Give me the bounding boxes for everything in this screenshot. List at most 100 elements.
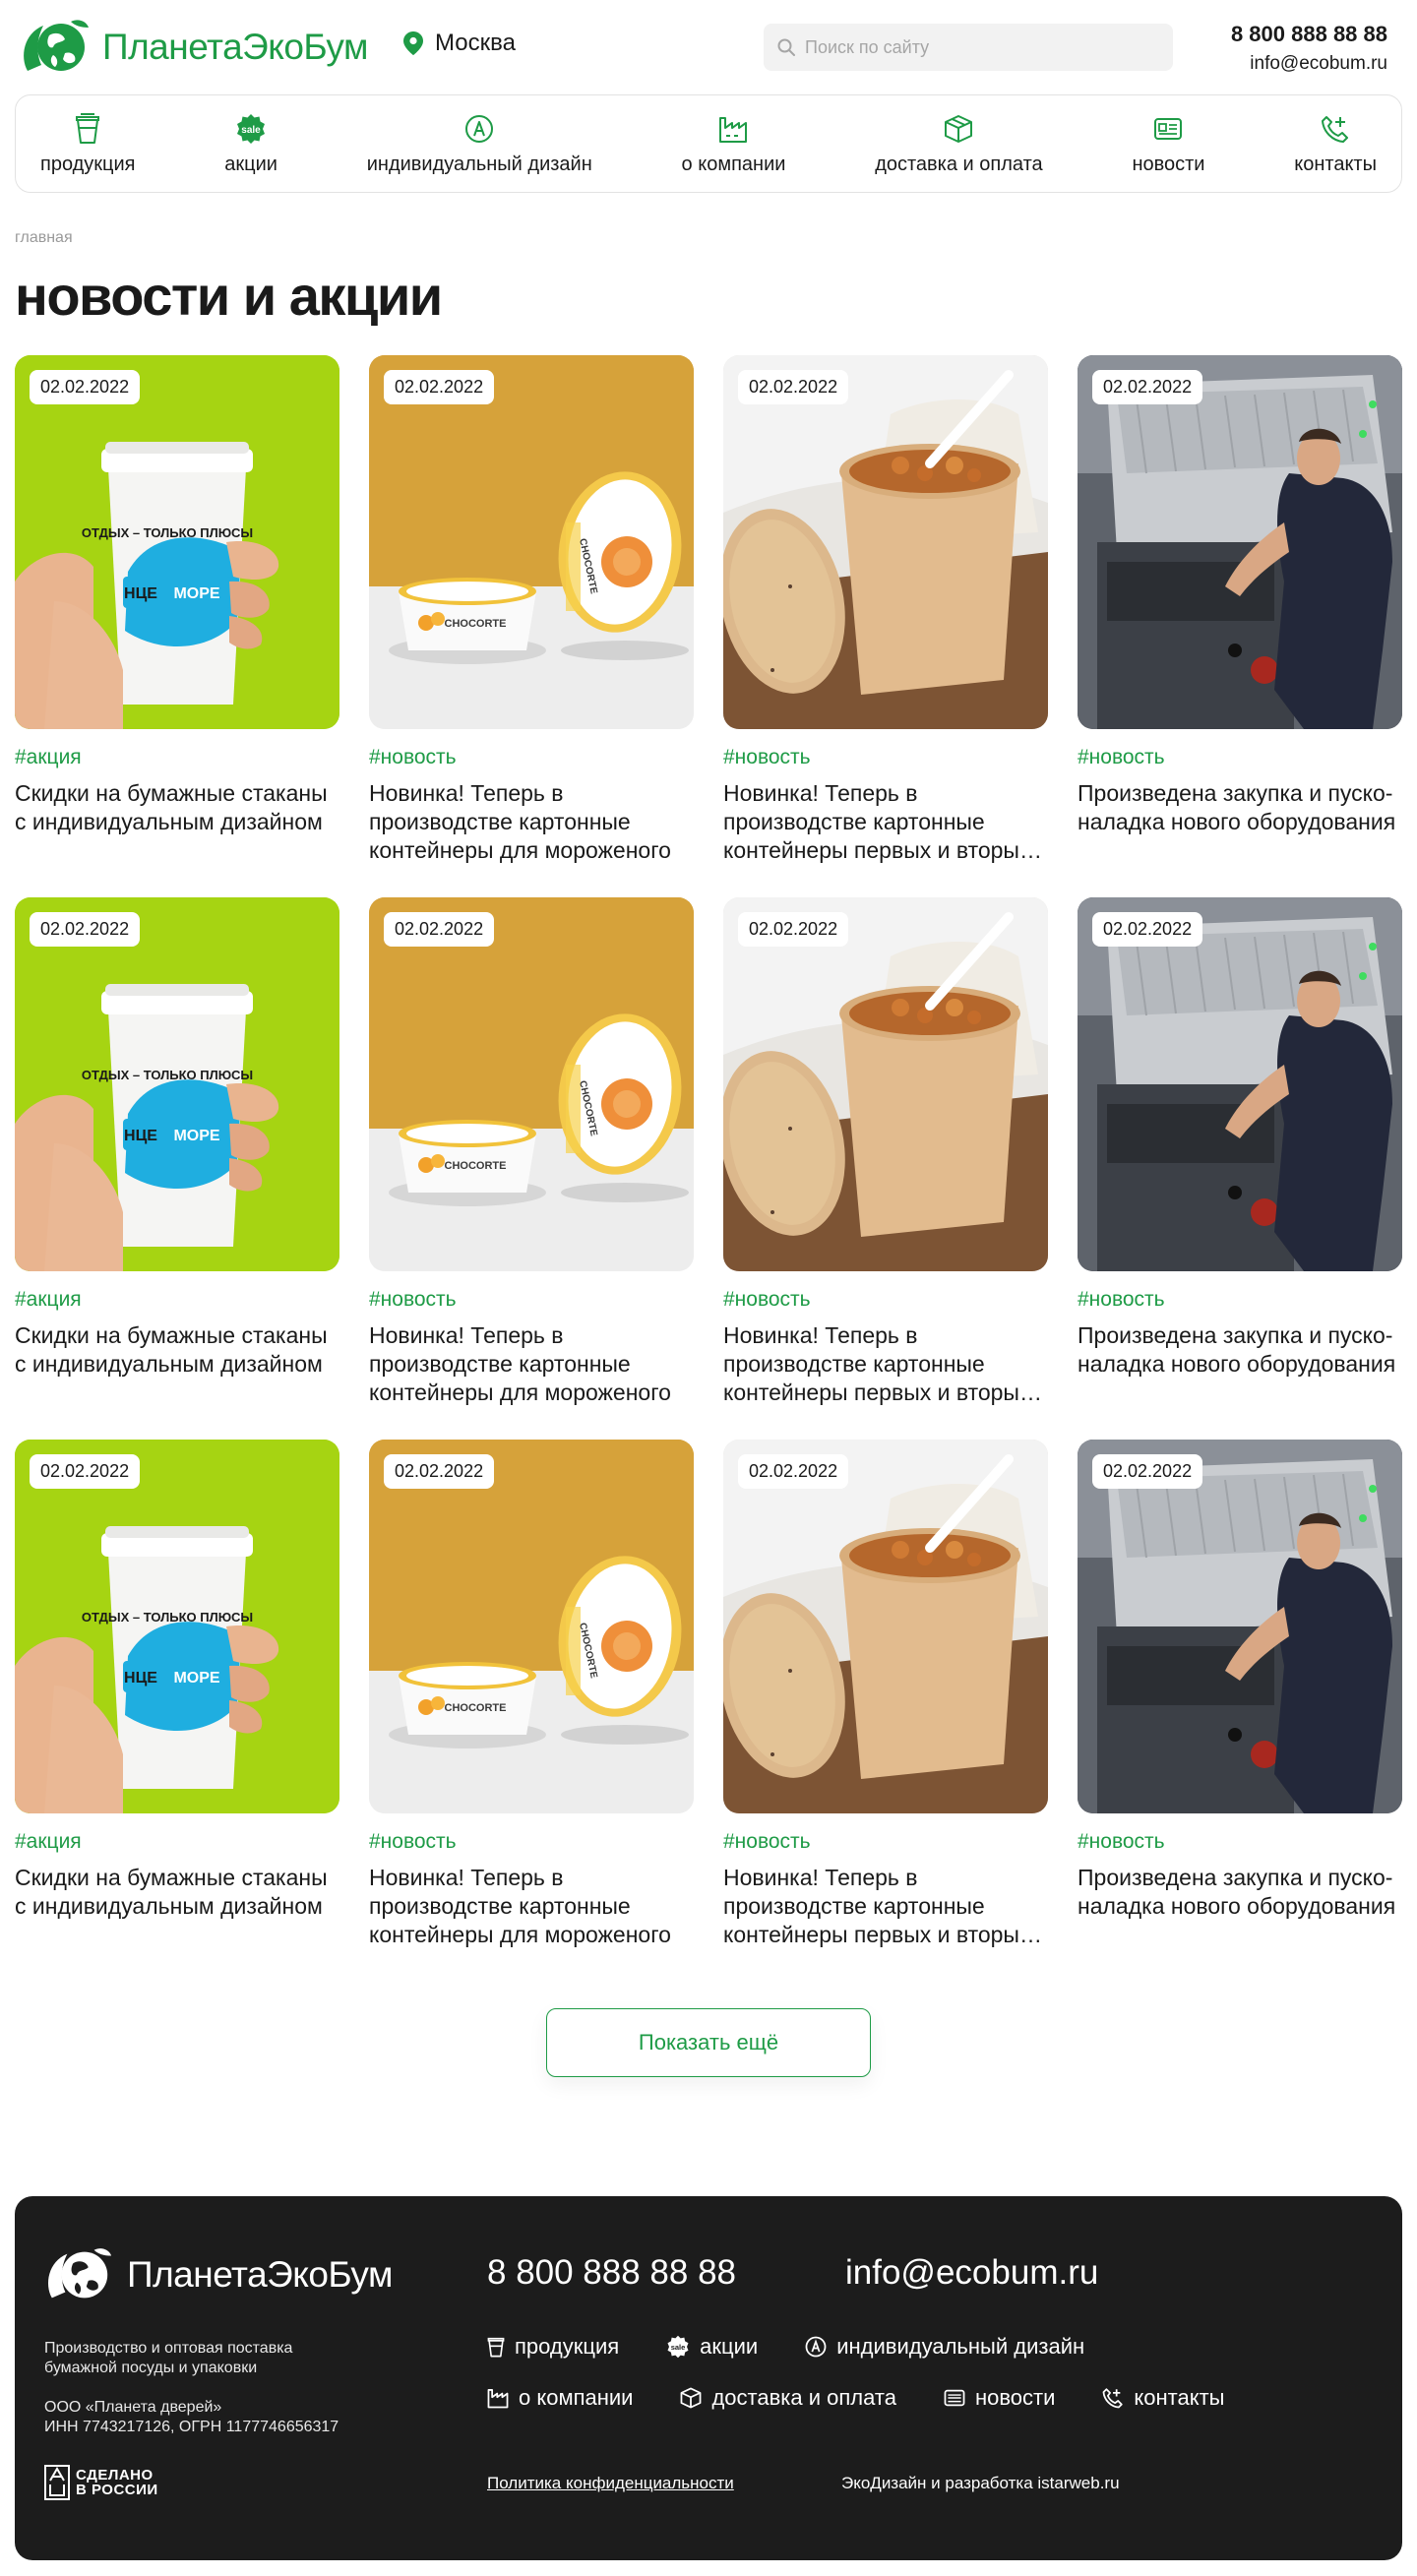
nav-item-delivery[interactable]: доставка и оплата	[870, 112, 1047, 176]
news-card[interactable]: 02.02.2022 #новость Произведена закупка и …	[1078, 897, 1402, 1406]
news-title[interactable]: Новинка! Теперь в производстве картонные…	[723, 779, 1048, 865]
news-tag[interactable]: #новость	[369, 746, 694, 769]
news-tag[interactable]: #новость	[723, 746, 1048, 769]
footer-link-delivery[interactable]: доставка и оплата	[680, 2385, 896, 2411]
news-title[interactable]: Скидки на бумажные стаканы с индивидуаль…	[15, 1864, 339, 1921]
news-card-image[interactable]: CHOCORTE CHOCORTE 02.02.2022	[369, 355, 694, 729]
news-title[interactable]: Произведена закупка и пуско-наладка ново…	[1078, 1864, 1402, 1921]
search-box[interactable]	[764, 24, 1173, 71]
news-tag[interactable]: #акция	[15, 1288, 339, 1312]
news-date-badge: 02.02.2022	[1092, 1454, 1203, 1489]
news-card[interactable]: CHOCORTE CHOCORTE 02.02.2022 #новость Нови…	[369, 1440, 694, 1948]
design-icon	[805, 2336, 827, 2358]
footer-org-ids: ИНН 7743217126, ОГРН 1177746656317	[44, 2419, 339, 2435]
news-tag[interactable]: #новость	[1078, 1830, 1402, 1854]
news-card-image[interactable]: 02.02.2022	[723, 897, 1048, 1271]
news-tag[interactable]: #акция	[15, 746, 339, 769]
cup-icon	[76, 112, 100, 144]
news-card-image[interactable]: 02.02.2022	[1078, 1440, 1402, 1813]
news-title[interactable]: Новинка! Теперь в производстве картонные…	[723, 1864, 1048, 1949]
developer-credit[interactable]: ЭкоДизайн и разработка istarweb.ru	[841, 2474, 1120, 2493]
design-icon	[465, 114, 494, 143]
footer-email[interactable]: info@ecobum.ru	[845, 2253, 1098, 2293]
nav-item-company[interactable]: о компании	[677, 112, 791, 176]
breadcrumb[interactable]: главная	[15, 229, 73, 247]
soup-containers-photo	[723, 897, 1048, 1271]
news-card-image[interactable]: 02.02.2022	[1078, 355, 1402, 729]
nav-item-sale[interactable]: sale акции	[219, 112, 282, 176]
header-email[interactable]: info@ecobum.ru	[1231, 53, 1387, 75]
news-title[interactable]: Скидки на бумажные стаканы с индивидуаль…	[15, 779, 339, 836]
news-card[interactable]: ОТДЫХ – ТОЛЬКО ПЛЮСЫ МОРЕ НЦЕ 02.02.2022…	[15, 1440, 339, 1948]
logo[interactable]: ПланетаЭкоБум	[20, 14, 368, 81]
news-tag[interactable]: #новость	[723, 1288, 1048, 1312]
news-tag[interactable]: #новость	[369, 1288, 694, 1312]
news-title[interactable]: Новинка! Теперь в производстве картонные…	[369, 1321, 694, 1407]
news-card[interactable]: 02.02.2022 #новость Произведена закупка и …	[1078, 355, 1402, 864]
city-name: Москва	[435, 30, 516, 56]
news-card-image[interactable]: 02.02.2022	[723, 1440, 1048, 1813]
news-tag[interactable]: #новость	[1078, 746, 1402, 769]
news-card-image[interactable]: CHOCORTE CHOCORTE 02.02.2022	[369, 897, 694, 1271]
news-date-badge: 02.02.2022	[1092, 370, 1203, 404]
news-date-badge: 02.02.2022	[30, 370, 141, 404]
news-date-badge: 02.02.2022	[30, 1454, 141, 1489]
news-date-badge: 02.02.2022	[738, 912, 849, 947]
header-phone[interactable]: 8 800 888 88 88	[1231, 22, 1387, 47]
news-date-badge: 02.02.2022	[384, 370, 495, 404]
footer-link-contacts[interactable]: контакты	[1102, 2385, 1224, 2411]
globe-leaf-icon	[48, 2248, 112, 2299]
ice-cream-containers-photo: CHOCORTE CHOCORTE	[369, 1440, 694, 1813]
news-card[interactable]: CHOCORTE CHOCORTE 02.02.2022 #новость Нови…	[369, 897, 694, 1406]
nav-item-products[interactable]: продукция	[35, 112, 141, 176]
news-card[interactable]: 02.02.2022 #новость Произведена закупка и …	[1078, 1440, 1402, 1948]
news-title[interactable]: Скидки на бумажные стаканы с индивидуаль…	[15, 1321, 339, 1379]
city-selector[interactable]: Москва	[403, 30, 516, 57]
footer-link-design[interactable]: индивидуальный дизайн	[805, 2334, 1084, 2360]
nav-item-news[interactable]: новости	[1127, 112, 1209, 176]
footer-link-company[interactable]: о компании	[487, 2385, 633, 2411]
news-card[interactable]: 02.02.2022 #новость Новинка! Теперь в прои…	[723, 1440, 1048, 1948]
news-tag[interactable]: #новость	[723, 1830, 1048, 1854]
nav-label: новости	[1132, 153, 1205, 175]
cup-text: НЦЕ	[124, 1670, 157, 1687]
cup-text: ОТДЫХ – ТОЛЬКО ПЛЮСЫ	[82, 1610, 253, 1625]
news-card-image[interactable]: ОТДЫХ – ТОЛЬКО ПЛЮСЫ МОРЕ НЦЕ 02.02.2022	[15, 355, 339, 729]
news-title[interactable]: Произведена закупка и пуско-наладка ново…	[1078, 779, 1402, 836]
made-in-russia-badge: СДЕЛАНО В РОССИИ	[44, 2465, 158, 2500]
nav-item-design[interactable]: индивидуальный дизайн	[362, 112, 597, 176]
footer-link-products[interactable]: продукция	[487, 2334, 619, 2360]
footer-link-sale[interactable]: sale акции	[666, 2334, 758, 2360]
news-card[interactable]: ОТДЫХ – ТОЛЬКО ПЛЮСЫ МОРЕ НЦЕ 02.02.2022…	[15, 897, 339, 1406]
ice-cream-containers-photo: CHOCORTE CHOCORTE	[369, 897, 694, 1271]
footer-link-news[interactable]: новости	[944, 2385, 1055, 2411]
ice-cream-containers-photo: CHOCORTE CHOCORTE	[369, 355, 694, 729]
news-card-image[interactable]: 02.02.2022	[1078, 897, 1402, 1271]
privacy-policy-link[interactable]: Политика конфиденциальности	[487, 2474, 734, 2493]
show-more-button[interactable]: Показать ещё	[546, 2008, 871, 2077]
footer-link-label: новости	[974, 2385, 1056, 2410]
news-date-badge: 02.02.2022	[30, 912, 141, 947]
news-icon	[944, 2389, 965, 2407]
news-title[interactable]: Новинка! Теперь в производстве картонные…	[369, 1864, 694, 1949]
news-card[interactable]: CHOCORTE CHOCORTE 02.02.2022 #новость Нови…	[369, 355, 694, 864]
news-tag[interactable]: #акция	[15, 1830, 339, 1854]
news-title[interactable]: Новинка! Теперь в производстве картонные…	[723, 1321, 1048, 1407]
cup-text: НЦЕ	[124, 585, 157, 602]
footer-phone[interactable]: 8 800 888 88 88	[487, 2253, 736, 2293]
news-card-image[interactable]: CHOCORTE CHOCORTE 02.02.2022	[369, 1440, 694, 1813]
news-card-image[interactable]: ОТДЫХ – ТОЛЬКО ПЛЮСЫ МОРЕ НЦЕ 02.02.2022	[15, 897, 339, 1271]
search-input[interactable]	[805, 36, 1159, 58]
news-card[interactable]: 02.02.2022 #новость Новинка! Теперь в прои…	[723, 897, 1048, 1406]
nav-item-contacts[interactable]: контакты	[1289, 112, 1382, 176]
news-title[interactable]: Новинка! Теперь в производстве картонные…	[369, 779, 694, 865]
news-title[interactable]: Произведена закупка и пуско-наладка ново…	[1078, 1321, 1402, 1379]
news-tag[interactable]: #новость	[369, 1830, 694, 1854]
news-tag[interactable]: #новость	[1078, 1288, 1402, 1312]
news-card[interactable]: ОТДЫХ – ТОЛЬКО ПЛЮСЫ МОРЕ НЦЕ 02.02.2022…	[15, 355, 339, 864]
news-card-image[interactable]: 02.02.2022	[723, 355, 1048, 729]
footer-logo[interactable]: ПланетаЭкоБум	[44, 2241, 393, 2308]
news-card[interactable]: 02.02.2022 #новость Новинка! Теперь в прои…	[723, 355, 1048, 864]
news-card-image[interactable]: ОТДЫХ – ТОЛЬКО ПЛЮСЫ МОРЕ НЦЕ 02.02.2022	[15, 1440, 339, 1813]
footer-link-label: продукция	[515, 2334, 620, 2359]
